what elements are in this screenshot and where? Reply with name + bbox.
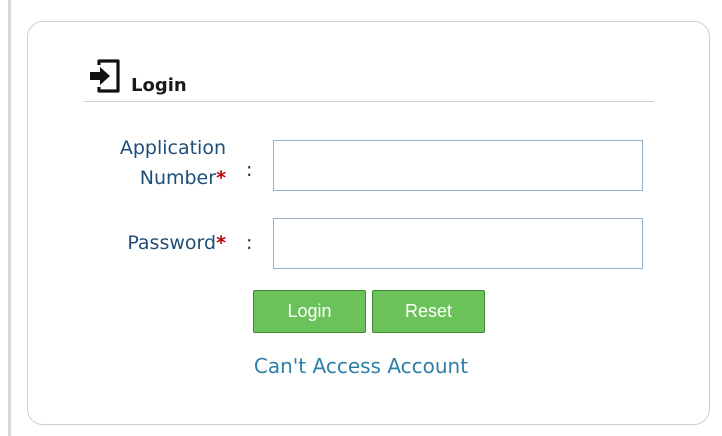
password-label: Password*	[127, 232, 226, 254]
required-marker: *	[216, 232, 226, 254]
password-input[interactable]	[273, 218, 643, 269]
reset-button[interactable]: Reset	[372, 290, 485, 333]
application-number-separator: :	[246, 159, 253, 181]
cant-access-account-link[interactable]: Can't Access Account	[0, 354, 722, 378]
application-number-label: Application Number*	[119, 137, 226, 189]
login-title: Login	[131, 75, 187, 96]
required-marker: *	[216, 167, 226, 189]
application-number-input[interactable]	[273, 140, 643, 191]
password-separator: :	[246, 232, 253, 254]
sign-in-icon	[90, 59, 120, 93]
login-button[interactable]: Login	[253, 290, 366, 333]
login-heading: Login	[84, 54, 654, 102]
